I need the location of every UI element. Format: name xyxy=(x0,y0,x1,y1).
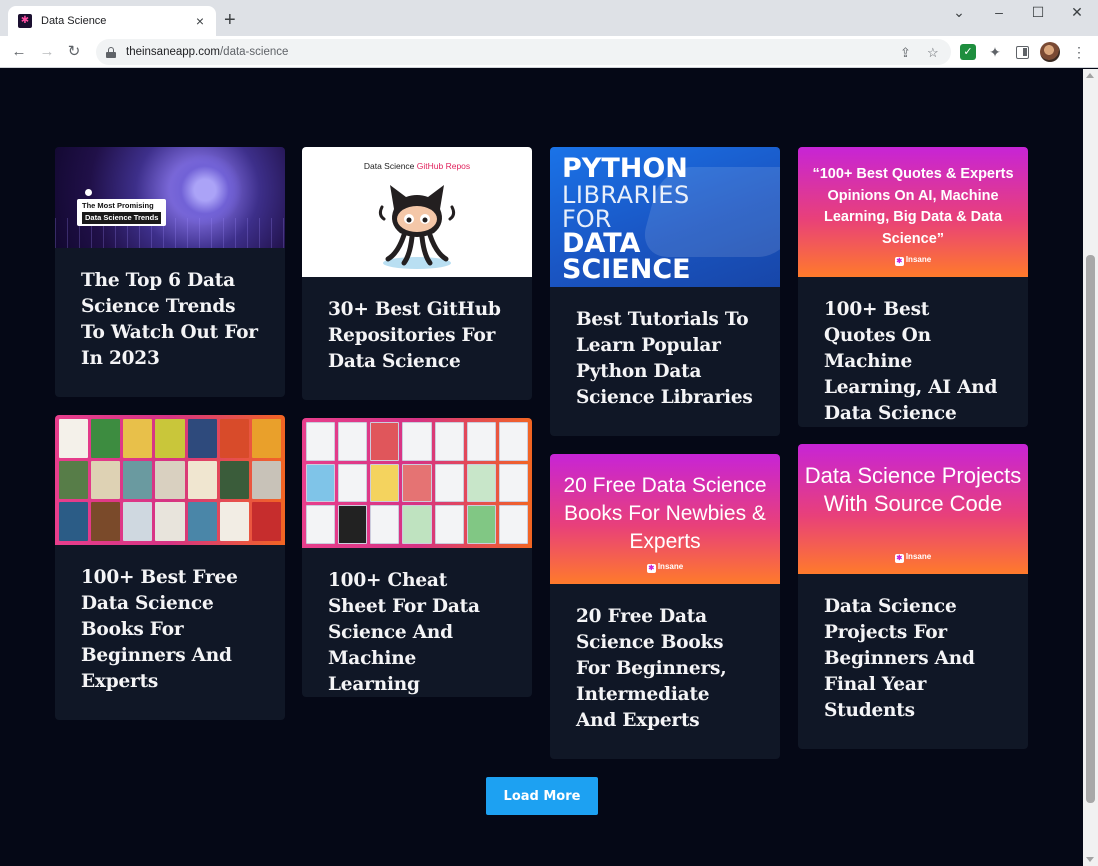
scroll-down-arrow-icon[interactable] xyxy=(1086,857,1094,862)
card-title[interactable]: Best Tutorials To Learn Popular Python D… xyxy=(550,287,780,411)
card-thumbnail[interactable] xyxy=(55,415,285,545)
card-title[interactable]: The Top 6 Data Science Trends To Watch O… xyxy=(55,248,285,372)
tab-title: Data Science xyxy=(41,15,107,27)
tab-strip: ✱ Data Science × + ⌄ – ☐ ✕ xyxy=(0,0,1098,36)
article-card[interactable]: Data Science Projects With Source Code ✱… xyxy=(798,444,1028,749)
card-thumbnail[interactable]: PYTHON LIBRARIES FOR DATA SCIENCE xyxy=(550,147,780,287)
thumbnail-heading: PYTHON LIBRARIES FOR DATA SCIENCE xyxy=(562,153,691,285)
article-card[interactable]: PYTHON LIBRARIES FOR DATA SCIENCE Best T… xyxy=(550,147,780,436)
maximize-icon[interactable]: ☐ xyxy=(1023,4,1053,21)
book-covers-collage xyxy=(59,419,281,541)
reload-icon[interactable]: ↻ xyxy=(63,41,85,63)
octocat-icon xyxy=(378,185,456,269)
scroll-up-arrow-icon[interactable] xyxy=(1086,73,1094,78)
card-title[interactable]: 20 Free Data Science Books For Beginners… xyxy=(550,584,780,734)
site-favicon-icon: ✱ xyxy=(18,14,32,28)
share-icon[interactable]: ⇪ xyxy=(900,45,911,61)
article-card[interactable]: 20 Free Data Science Books For Newbies &… xyxy=(550,454,780,759)
card-title[interactable]: 100+ Cheat Sheet For Data Science And Ma… xyxy=(302,548,532,697)
article-card[interactable]: 100+ Cheat Sheet For Data Science And Ma… xyxy=(302,418,532,697)
article-card[interactable]: “100+ Best Quotes & Experts Opinions On … xyxy=(798,147,1028,427)
address-bar[interactable]: theinsaneapp.com/data-science ⇪ ☆ xyxy=(96,39,951,65)
lock-icon[interactable] xyxy=(106,46,116,58)
article-card[interactable]: Data Science GitHub Repos 30+ Best GitHu… xyxy=(302,147,532,400)
card-title[interactable]: Data Science Projects For Beginners And … xyxy=(798,574,1028,724)
card-thumbnail[interactable]: The Most Promising Data Science Trends xyxy=(55,147,285,248)
minimize-icon[interactable]: – xyxy=(984,4,1014,20)
scrollbar-thumb[interactable] xyxy=(1086,255,1095,803)
extension-check-icon[interactable]: ✓ xyxy=(960,44,976,60)
browser-toolbar: ← → ↻ theinsaneapp.com/data-science ⇪ ☆ … xyxy=(0,36,1098,68)
extensions-puzzle-icon[interactable]: ✦ xyxy=(987,44,1003,60)
back-arrow-icon[interactable]: ← xyxy=(8,41,30,63)
article-card[interactable]: 100+ Best Free Data Science Books For Be… xyxy=(55,415,285,720)
brand-logo: ✱ Insane xyxy=(894,255,932,266)
card-thumbnail[interactable]: 20 Free Data Science Books For Newbies &… xyxy=(550,454,780,584)
menu-kebab-icon[interactable]: ⋮ xyxy=(1072,44,1086,61)
card-title[interactable]: 100+ Best Quotes On Machine Learning, AI… xyxy=(798,277,1028,427)
url-text: theinsaneapp.com/data-science xyxy=(126,46,289,58)
browser-window: ✱ Data Science × + ⌄ – ☐ ✕ ← → ↻ theinsa… xyxy=(0,0,1098,866)
thumbnail-heading: Data Science Projects With Source Code xyxy=(804,463,1022,516)
forward-arrow-icon[interactable]: → xyxy=(36,41,58,63)
card-thumbnail[interactable]: “100+ Best Quotes & Experts Opinions On … xyxy=(798,147,1028,277)
brand-logo: ✱ Insane xyxy=(646,562,684,573)
cheat-sheet-collage xyxy=(306,422,528,544)
tab-data-science[interactable]: ✱ Data Science × xyxy=(8,6,216,36)
load-more-button[interactable]: Load More xyxy=(486,777,598,815)
card-thumbnail[interactable]: Data Science GitHub Repos xyxy=(302,147,532,277)
side-panel-icon[interactable] xyxy=(1016,46,1029,59)
bookmark-star-icon[interactable]: ☆ xyxy=(927,45,939,61)
thumbnail-heading: Data Science GitHub Repos xyxy=(363,161,471,171)
card-thumbnail[interactable] xyxy=(302,418,532,548)
article-card[interactable]: The Most Promising Data Science Trends T… xyxy=(55,147,285,397)
close-tab-icon[interactable]: × xyxy=(192,13,208,29)
brand-logo: ✱ Insane xyxy=(894,552,932,563)
card-title[interactable]: 30+ Best GitHub Repositories For Data Sc… xyxy=(302,277,532,375)
tab-search-icon[interactable]: ⌄ xyxy=(944,4,974,21)
profile-avatar[interactable] xyxy=(1040,42,1060,62)
card-title[interactable]: 100+ Best Free Data Science Books For Be… xyxy=(55,545,285,695)
page-content: The Most Promising Data Science Trends T… xyxy=(0,69,1083,866)
thumbnail-heading: 20 Free Data Science Books For Newbies &… xyxy=(563,474,767,553)
thumbnail-heading: “100+ Best Quotes & Experts Opinions On … xyxy=(812,166,1014,247)
vertical-scrollbar[interactable] xyxy=(1083,69,1098,866)
close-window-icon[interactable]: ✕ xyxy=(1062,4,1092,21)
new-tab-button[interactable]: + xyxy=(224,10,236,30)
thumbnail-badge: The Most Promising Data Science Trends xyxy=(77,199,167,226)
card-thumbnail[interactable]: Data Science Projects With Source Code ✱… xyxy=(798,444,1028,574)
